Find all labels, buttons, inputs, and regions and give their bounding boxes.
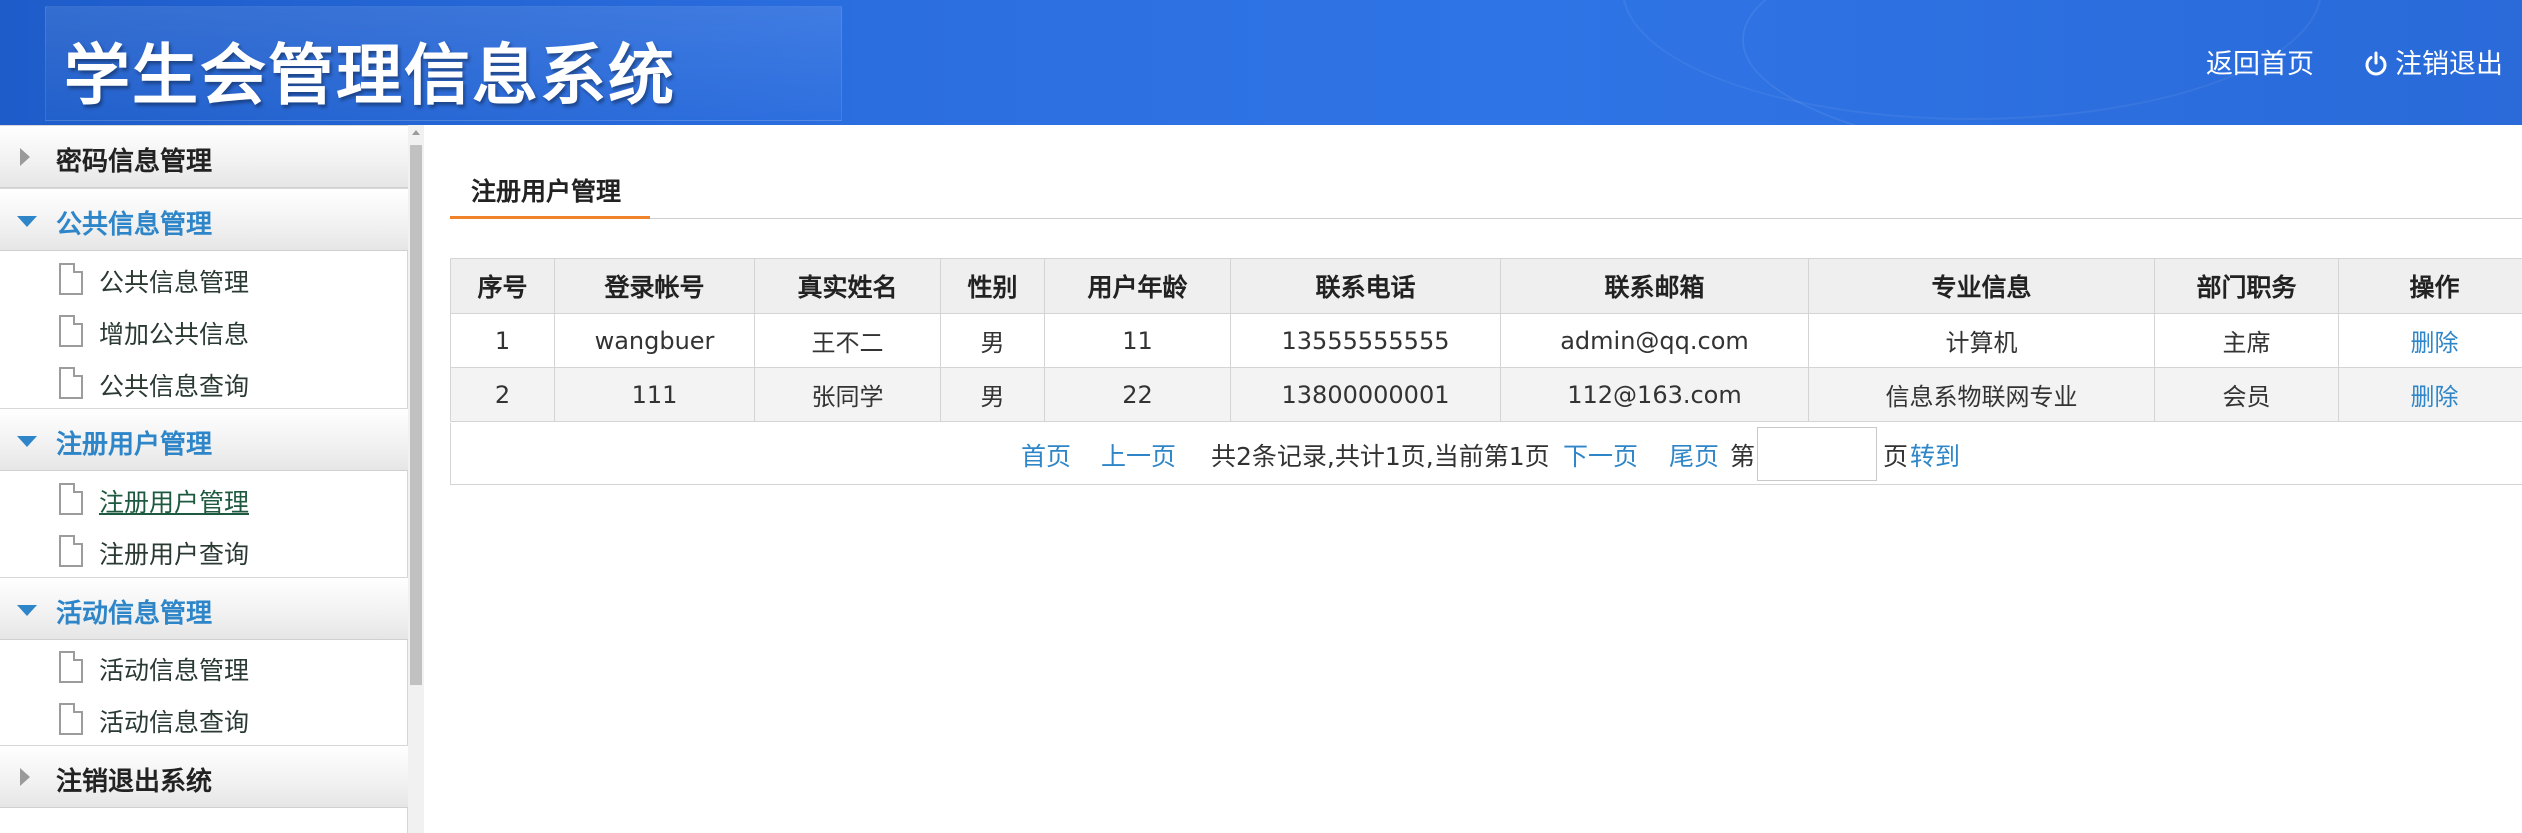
logout-label: 注销退出 [2395,49,2503,80]
page-prefix-label: 第 [1730,442,1756,471]
menu-group-label: 公共信息管理 [56,210,213,240]
main-content: 注册用户管理 序号 登录帐号 真实姓名 性别 用户年龄 联系电话 联系邮箱 专业… [424,125,2522,833]
cell-index: 1 [450,313,555,368]
column-header: 部门职务 [2154,258,2339,314]
users-table: 序号 登录帐号 真实姓名 性别 用户年龄 联系电话 联系邮箱 专业信息 部门职务… [450,258,2522,422]
document-icon [59,535,83,567]
tab-registered-users[interactable]: 注册用户管理 [450,165,650,219]
sidebar-item-label: 增加公共信息 [99,320,250,349]
menu-group-label: 注册用户管理 [56,430,213,460]
tab-bar: 注册用户管理 [450,165,2522,219]
sidebar-item-public-info-query[interactable]: 公共信息查询 [0,356,408,408]
sidebar-item-activity-info-query[interactable]: 活动信息查询 [0,692,408,744]
table-row: 2 111 张同学 男 22 13800000001 112@163.com 信… [450,367,2522,422]
column-header: 登录帐号 [554,258,755,314]
sidebar-item-add-public-info[interactable]: 增加公共信息 [0,304,408,356]
cell-actions: 删除 [2338,313,2522,368]
top-banner: 学生会管理信息系统 返回首页 注销退出 [0,0,2522,125]
menu-group-password[interactable]: 密码信息管理 [0,125,408,188]
sidebar-item-label: 公共信息查询 [99,372,250,401]
document-icon [59,703,83,735]
column-header: 性别 [940,258,1045,314]
menu-group-label: 密码信息管理 [56,147,213,177]
column-header: 操作 [2338,258,2522,314]
cell-age: 11 [1044,313,1231,368]
triangle-right-icon [20,768,30,786]
pagination-bar: 首页 上一页 共2条记录,共计1页,当前第1页 下一页 尾页 第 页 转到 [450,423,2522,485]
cell-gender: 男 [940,313,1045,368]
sidebar-item-label: 注册用户管理 [99,488,250,517]
power-icon [2365,51,2387,76]
cell-position: 会员 [2154,367,2339,422]
document-icon [59,263,83,295]
cell-account: wangbuer [554,313,755,368]
menu-group-label: 活动信息管理 [56,599,213,629]
cell-real-name: 王不二 [754,313,941,368]
cell-phone: 13555555555 [1230,313,1501,368]
table-row: 1 wangbuer 王不二 男 11 13555555555 admin@qq… [450,313,2522,368]
cell-major: 信息系物联网专业 [1808,367,2155,422]
document-icon [59,483,83,515]
cell-actions: 删除 [2338,367,2522,422]
triangle-down-icon [17,216,37,227]
sidebar-scrollbar[interactable] [408,125,424,833]
menu-group-registered-users[interactable]: 注册用户管理 [0,408,408,471]
cell-account: 111 [554,367,755,422]
table-header-row: 序号 登录帐号 真实姓名 性别 用户年龄 联系电话 联系邮箱 专业信息 部门职务… [450,258,2522,314]
column-header: 真实姓名 [754,258,941,314]
cell-gender: 男 [940,367,1045,422]
sidebar-item-registered-users-manage[interactable]: 注册用户管理 [0,472,408,524]
page-suffix-label: 页 [1883,442,1909,471]
scroll-up-arrow-icon[interactable] [412,130,420,135]
page-summary: 共2条记录,共计1页,当前第1页 [1211,442,1550,471]
triangle-down-icon [17,605,37,616]
sidebar-item-public-info-manage[interactable]: 公共信息管理 [0,252,408,304]
menu-group-label: 注销退出系统 [56,767,213,797]
menu-group-activity-info[interactable]: 活动信息管理 [0,577,408,640]
menu-group-logout-system[interactable]: 注销退出系统 [0,745,408,808]
cell-position: 主席 [2154,313,2339,368]
document-icon [59,315,83,347]
menu-group-public-info[interactable]: 公共信息管理 [0,188,408,251]
sidebar-item-label: 注册用户查询 [99,540,250,569]
cell-real-name: 张同学 [754,367,941,422]
cell-index: 2 [450,367,555,422]
scrollbar-thumb[interactable] [410,145,422,685]
next-page-link[interactable]: 下一页 [1563,437,1638,473]
column-header: 专业信息 [1808,258,2155,314]
cell-major: 计算机 [1808,313,2155,368]
column-header: 用户年龄 [1044,258,1231,314]
tab-label: 注册用户管理 [471,177,622,206]
page-number-input[interactable] [1757,427,1877,481]
cell-age: 22 [1044,367,1231,422]
sidebar-item-activity-info-manage[interactable]: 活动信息管理 [0,640,408,692]
logout-link[interactable]: 注销退出 [2363,42,2503,81]
column-header: 联系邮箱 [1500,258,1809,314]
triangle-down-icon [17,436,37,447]
sidebar-menu: 密码信息管理 公共信息管理 公共信息管理 增加公共信息 公共信息查询 注册用户管… [0,125,408,833]
app-title: 学生会管理信息系统 [64,37,676,114]
sidebar-item-registered-users-query[interactable]: 注册用户查询 [0,524,408,576]
first-page-link[interactable]: 首页 [1021,437,1071,473]
cell-phone: 13800000001 [1230,367,1501,422]
delete-link[interactable]: 删除 [2411,329,2459,357]
delete-link[interactable]: 删除 [2411,383,2459,411]
last-page-link[interactable]: 尾页 [1669,437,1719,473]
go-to-page-link[interactable]: 转到 [1910,437,1960,473]
sidebar-item-label: 公共信息管理 [99,268,250,297]
column-header: 联系电话 [1230,258,1501,314]
document-icon [59,367,83,399]
prev-page-link[interactable]: 上一页 [1101,437,1176,473]
sidebar-item-label: 活动信息管理 [99,656,250,685]
cell-email: 112@163.com [1500,367,1809,422]
triangle-right-icon [20,148,30,166]
cell-email: admin@qq.com [1500,313,1809,368]
document-icon [59,651,83,683]
column-header: 序号 [450,258,555,314]
home-link[interactable]: 返回首页 [2206,42,2314,81]
sidebar-item-label: 活动信息查询 [99,708,250,737]
